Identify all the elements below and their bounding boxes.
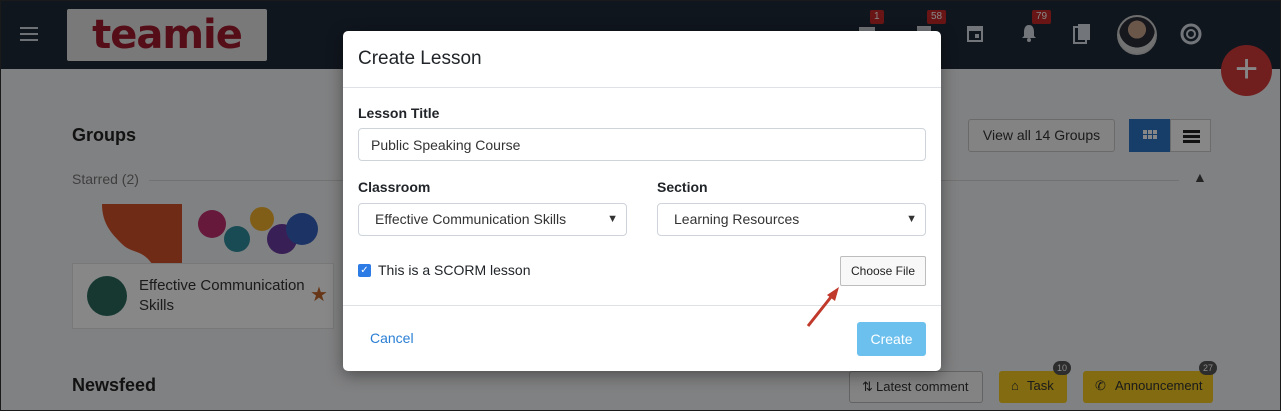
classroom-select[interactable]: Effective Communication Skills ▼ — [358, 203, 627, 236]
modal-title: Create Lesson — [358, 48, 482, 69]
classroom-label: Classroom — [358, 179, 431, 195]
create-button[interactable]: Create — [857, 322, 926, 356]
create-lesson-modal: Create Lesson Lesson Title Classroom Eff… — [343, 31, 941, 371]
choose-file-button[interactable]: Choose File — [840, 256, 926, 286]
section-selected-value: Learning Resources — [674, 211, 800, 227]
classroom-selected-value: Effective Communication Skills — [375, 211, 567, 227]
lesson-title-input[interactable] — [358, 128, 926, 161]
annotation-arrow-icon — [806, 287, 839, 327]
app-frame: teamie 1 58 79 Groups View all 14 Groups — [0, 0, 1281, 411]
lesson-title-label: Lesson Title — [358, 105, 440, 121]
cancel-button[interactable]: Cancel — [370, 330, 414, 346]
scorm-checkbox[interactable]: ✓ — [358, 264, 371, 277]
section-label: Section — [657, 179, 708, 195]
chevron-down-icon: ▼ — [607, 213, 618, 225]
modal-header: Create Lesson — [343, 31, 941, 88]
section-select[interactable]: Learning Resources ▼ — [657, 203, 926, 236]
modal-footer-divider — [343, 305, 941, 306]
scorm-checkbox-label[interactable]: This is a SCORM lesson — [378, 262, 530, 278]
chevron-down-icon: ▼ — [906, 213, 917, 225]
